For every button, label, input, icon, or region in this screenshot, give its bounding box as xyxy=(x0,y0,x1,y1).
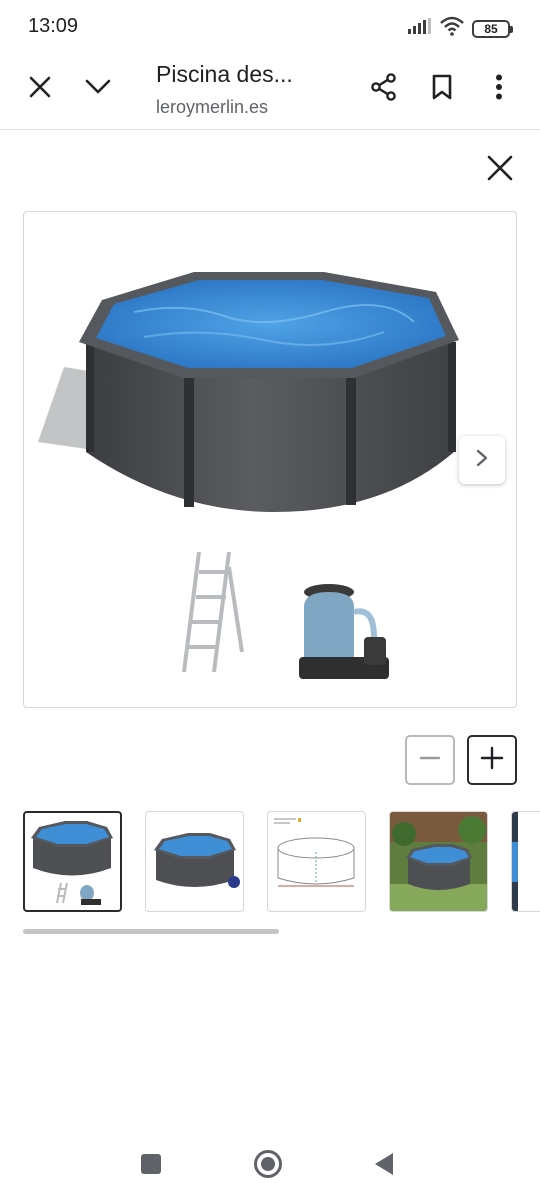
plus-icon xyxy=(480,746,504,775)
expand-menu-button[interactable] xyxy=(76,67,120,111)
thumbnail-pool-with-badge xyxy=(154,833,240,888)
system-navigation-bar xyxy=(0,1130,540,1200)
chevron-right-icon xyxy=(476,449,488,472)
signal-icon xyxy=(408,18,432,39)
close-icon xyxy=(487,155,513,186)
thumbnail-2[interactable] xyxy=(145,811,244,912)
zoom-out-button[interactable] xyxy=(405,735,455,785)
thumbnail-garden-photo xyxy=(390,812,487,911)
status-bar: 13:09 85 xyxy=(0,0,540,54)
main-product-image[interactable] xyxy=(23,211,517,708)
wifi-icon xyxy=(440,16,464,41)
page-title[interactable]: Piscina des... xyxy=(156,61,293,88)
battery-icon: 85 xyxy=(472,19,513,38)
next-image-button[interactable] xyxy=(459,436,505,484)
thumbnail-5[interactable] xyxy=(511,811,540,912)
status-time: 13:09 xyxy=(28,15,79,37)
back-triangle-icon xyxy=(373,1152,395,1181)
thumbnail-scrollbar[interactable] xyxy=(23,929,279,934)
custom-tab-toolbar: Piscina des... leroymerlin.es xyxy=(0,54,540,130)
zoom-in-button[interactable] xyxy=(467,735,517,785)
close-tab-button[interactable] xyxy=(18,67,62,111)
pool-product-illustration xyxy=(38,272,459,679)
bookmark-icon xyxy=(431,74,453,105)
back-button[interactable] xyxy=(366,1148,402,1184)
page-url[interactable]: leroymerlin.es xyxy=(156,97,268,118)
thumbnail-4[interactable] xyxy=(389,811,488,912)
chevron-down-icon xyxy=(85,79,111,100)
more-options-button[interactable] xyxy=(477,67,521,111)
minus-icon xyxy=(419,747,441,774)
recents-square-icon xyxy=(140,1153,162,1180)
thumbnail-dimensions-diagram xyxy=(274,818,355,887)
share-icon xyxy=(370,72,398,106)
thumbnail-3[interactable] xyxy=(267,811,366,912)
thumbnail-pool-with-accessories xyxy=(31,821,113,905)
bookmark-button[interactable] xyxy=(420,67,464,111)
close-icon xyxy=(29,76,51,103)
more-vert-icon xyxy=(495,74,503,105)
thumbnail-partial xyxy=(512,812,518,911)
home-circle-icon xyxy=(253,1149,283,1184)
status-icons: 85 xyxy=(408,16,513,41)
thumbnail-strip[interactable] xyxy=(23,811,540,913)
thumbnail-1[interactable] xyxy=(23,811,122,912)
home-button[interactable] xyxy=(250,1148,286,1184)
close-lightbox-button[interactable] xyxy=(478,148,522,192)
share-button[interactable] xyxy=(362,67,406,111)
recents-button[interactable] xyxy=(133,1148,169,1184)
